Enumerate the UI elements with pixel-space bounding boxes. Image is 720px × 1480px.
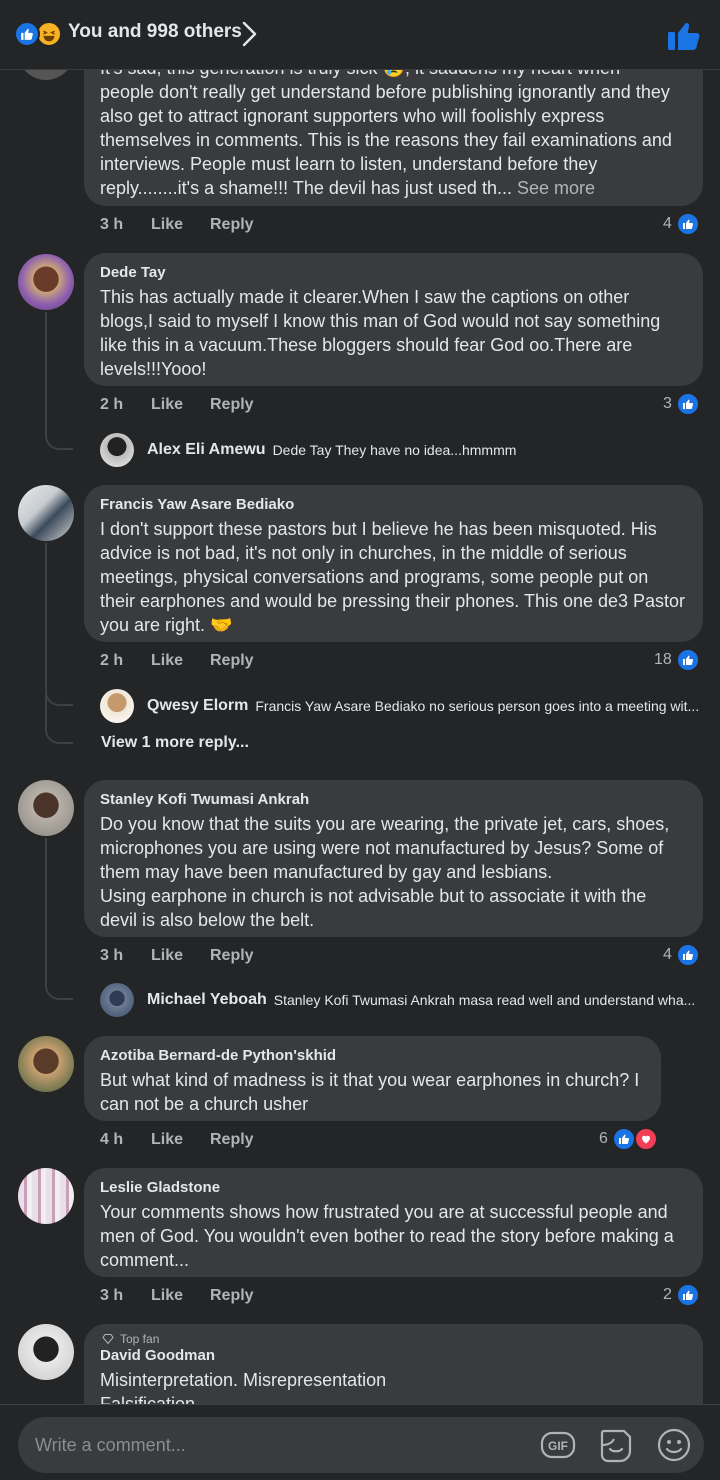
reply-preview[interactable]: Qwesy Elorm Francis Yaw Asare Bediako no… [100, 688, 699, 724]
avatar[interactable] [18, 780, 74, 836]
comment-actions: 2 h Like Reply [100, 396, 254, 414]
reaction-count[interactable]: 18 [654, 648, 700, 672]
like-button[interactable]: Like [151, 216, 210, 234]
comment-actions: 3 h Like Reply [100, 1287, 254, 1305]
thread-connector [45, 978, 73, 1000]
see-more-link[interactable]: See more [517, 178, 595, 198]
reaction-count[interactable]: 3 [663, 392, 700, 416]
reaction-count[interactable]: 4 [663, 943, 700, 967]
reply-author[interactable]: Alex Eli Amewu [147, 441, 266, 459]
avatar[interactable] [18, 485, 74, 541]
avatar [100, 983, 134, 1017]
comment-text: Misinterpretation. Misrepresentation [100, 1370, 387, 1390]
like-button[interactable]: Like [151, 396, 210, 414]
reply-button[interactable]: Reply [210, 1287, 254, 1305]
comment-text: This has actually made it clearer.When I… [100, 287, 661, 379]
view-more-replies[interactable]: View 1 more reply... [101, 734, 249, 752]
avatar[interactable] [18, 1036, 74, 1092]
comment-input[interactable]: Write a comment... GIF [18, 1417, 704, 1473]
thread-connector [45, 722, 73, 744]
avatar [100, 433, 134, 467]
reactions-header[interactable]: You and 998 others [0, 0, 720, 70]
comment-time: 3 h [100, 947, 124, 964]
reply-author[interactable]: Qwesy Elorm [147, 697, 248, 715]
avatar[interactable] [18, 1324, 74, 1380]
like-icon [675, 1283, 700, 1307]
reply-button[interactable]: Reply [210, 216, 254, 234]
comment-text-2: Using earphone in church is not advisabl… [100, 886, 647, 930]
reaction-icons [14, 20, 66, 48]
diamond-icon [102, 1334, 114, 1345]
avatar[interactable] [18, 254, 74, 310]
comment-author[interactable]: Stanley Kofi Twumasi Ankrah [100, 790, 687, 810]
reply-button[interactable]: Reply [210, 1131, 254, 1149]
thread-connector [45, 428, 73, 450]
like-button[interactable]: Like [151, 1287, 210, 1305]
comment-actions: 3 h Like Reply [100, 216, 254, 234]
sticker-icon[interactable] [596, 1425, 636, 1465]
comment-text: Your comments shows how frustrated you a… [100, 1202, 674, 1270]
like-icon [675, 648, 700, 672]
comment-time: 2 h [100, 652, 124, 669]
comment-bubble[interactable]: Dede Tay This has actually made it clear… [84, 253, 703, 386]
reply-text: Stanley Kofi Twumasi Ankrah masa read we… [273, 992, 696, 1008]
like-button[interactable]: Like [151, 652, 210, 670]
comment-author[interactable]: David Goodman [100, 1346, 687, 1366]
thread-line [45, 838, 47, 978]
like-button[interactable]: Like [151, 1131, 210, 1149]
comment-text: people don't really get understand befor… [100, 82, 672, 198]
reply-button[interactable]: Reply [210, 652, 254, 670]
comment-time: 3 h [100, 1287, 124, 1304]
comment-actions: 2 h Like Reply [100, 652, 254, 670]
comment-time: 3 h [100, 216, 124, 233]
like-button[interactable]: Like [151, 947, 210, 965]
comment-text: But what kind of madness is it that you … [100, 1070, 640, 1114]
thread-connector [45, 684, 73, 706]
comment-bubble[interactable]: Azotiba Bernard-de Python'skhid But what… [84, 1036, 661, 1121]
comment-composer: Write a comment... GIF [0, 1404, 720, 1480]
comment-author[interactable]: Azotiba Bernard-de Python'skhid [100, 1046, 645, 1066]
emoji-icon[interactable] [654, 1425, 694, 1465]
love-icon [633, 1127, 658, 1151]
reply-preview[interactable]: Michael Yeboah Stanley Kofi Twumasi Ankr… [100, 982, 695, 1018]
comment-bubble[interactable]: Leslie Gladstone Your comments shows how… [84, 1168, 703, 1277]
chevron-right-icon[interactable] [238, 20, 260, 53]
reaction-count[interactable]: 6 [599, 1127, 658, 1151]
like-icon [611, 1127, 636, 1151]
comment-bubble[interactable]: Francis Yaw Asare Bediako I don't suppor… [84, 485, 703, 642]
comment-bubble[interactable]: Stanley Kofi Twumasi Ankrah Do you know … [84, 780, 703, 937]
avatar [100, 689, 134, 723]
comment-author[interactable]: Leslie Gladstone [100, 1178, 687, 1198]
reply-button[interactable]: Reply [210, 947, 254, 965]
reaction-summary[interactable]: You and 998 others [68, 21, 242, 43]
comment-text: Do you know that the suits you are weari… [100, 814, 670, 882]
comment-author[interactable]: Dede Tay [100, 263, 687, 283]
reaction-count[interactable]: 2 [663, 1283, 700, 1307]
like-icon [675, 943, 700, 967]
avatar[interactable] [18, 1168, 74, 1224]
comment-text: I don't support these pastors but I beli… [100, 519, 686, 635]
comment-time: 2 h [100, 396, 124, 413]
comment-time: 4 h [100, 1131, 124, 1148]
reply-button[interactable]: Reply [210, 396, 254, 414]
reply-text: Dede Tay They have no idea...hmmmm [272, 442, 517, 458]
like-icon [14, 21, 40, 47]
comments-screen: You and 998 others It's sad, this genera… [0, 0, 720, 1480]
svg-text:GIF: GIF [548, 1439, 568, 1453]
thread-line [45, 312, 47, 438]
comment-placeholder: Write a comment... [35, 1435, 186, 1455]
comment-actions: 3 h Like Reply [100, 947, 254, 965]
top-fan-badge: Top fan [102, 1332, 687, 1346]
like-icon [675, 212, 700, 236]
comment-actions: 4 h Like Reply [100, 1131, 254, 1149]
like-icon [675, 392, 700, 416]
reply-text: Francis Yaw Asare Bediako no serious per… [255, 698, 700, 714]
comment-author[interactable]: Francis Yaw Asare Bediako [100, 495, 687, 515]
reply-author[interactable]: Michael Yeboah [147, 991, 267, 1009]
thumbs-up-icon[interactable] [664, 16, 704, 56]
gif-icon[interactable]: GIF [538, 1425, 578, 1465]
reply-preview[interactable]: Alex Eli Amewu Dede Tay They have no ide… [100, 432, 516, 468]
reaction-count[interactable]: 4 [663, 212, 700, 236]
